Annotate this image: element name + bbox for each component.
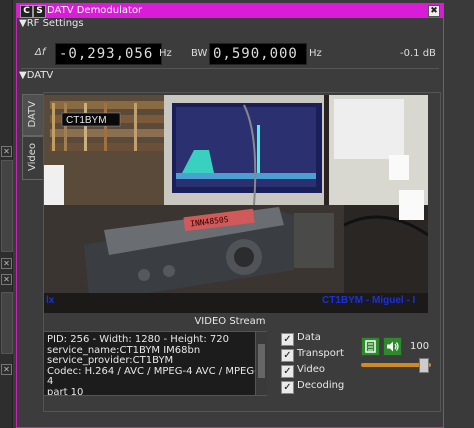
datv-demodulator-window: C S DATV Demodulator ✖ ▼RF Settings Δf -… [16, 3, 444, 428]
bandwidth-dial[interactable]: 0,590,000 [209, 43, 307, 65]
data-checkbox-label: Data [297, 332, 321, 343]
channel-s-icon[interactable]: S [33, 5, 46, 18]
video-caption-left: lx [46, 295, 55, 306]
collapse-icon[interactable]: ✕ [1, 274, 12, 285]
speaker-icon [387, 341, 399, 352]
triangle-down-icon: ▼ [19, 70, 27, 81]
tab-video[interactable]: Video [22, 136, 43, 180]
bandwidth-unit: Hz [309, 48, 322, 59]
video-callsign-overlay: CT1BYM [66, 115, 107, 126]
close-icon[interactable]: ✖ [428, 5, 440, 17]
title-bar[interactable]: C S DATV Demodulator ✖ [17, 4, 443, 18]
video-stream-label: VIDEO Stream [194, 316, 266, 327]
decoding-checkbox[interactable]: ✓ [281, 381, 294, 394]
audio-mute-button[interactable] [383, 337, 402, 356]
left-panel-block [1, 160, 13, 252]
tab-datv-label: DATV [27, 101, 38, 128]
frequency-unit: Hz [159, 48, 172, 59]
rf-settings-title: RF Settings [26, 18, 84, 29]
stream-info-line: PID: 256 - Width: 1280 - Height: 720 [47, 334, 229, 345]
frequency-offset-dial[interactable]: -0,293,056 [55, 43, 162, 65]
video-display[interactable]: CT1BYM INN4850S CT1BYM - Miguel - I lx [44, 95, 428, 313]
transport-checkbox-label: Transport [297, 348, 344, 359]
datv-title: DATV [26, 70, 54, 81]
section-divider [21, 68, 439, 69]
delta-f-label: Δf [35, 47, 46, 58]
stream-info-line: service_provider:CT1BYM [47, 355, 174, 366]
video-caption-overlay: CT1BYM - Miguel - I [322, 295, 416, 306]
video-checkbox[interactable]: ✓ [281, 365, 294, 378]
info-scrollbar[interactable] [255, 332, 267, 395]
volume-slider-handle[interactable] [419, 358, 429, 373]
bandwidth-label: BW [191, 48, 208, 59]
scrollbar-thumb[interactable] [258, 344, 265, 378]
video-frame-image: CT1BYM INN4850S CT1BYM - Miguel - I lx [44, 95, 428, 313]
triangle-down-icon: ▼ [19, 18, 27, 29]
left-panel-block [1, 292, 13, 354]
volume-value: 100 [410, 341, 430, 352]
stream-info-box[interactable]: PID: 256 - Width: 1280 - Height: 720 ser… [43, 331, 267, 396]
channel-c-icon[interactable]: C [20, 5, 33, 18]
transport-checkbox[interactable]: ✓ [281, 349, 294, 362]
collapse-icon[interactable]: ✕ [1, 364, 12, 375]
rf-settings-row: Δf -0,293,056 Hz BW 0,590,000 Hz -0.1 dB [17, 40, 443, 66]
tab-datv[interactable]: DATV [22, 94, 44, 136]
collapse-icon[interactable]: ✕ [1, 258, 12, 269]
channel-power-readout: -0.1 dB [400, 48, 436, 59]
fullscreen-button[interactable] [361, 337, 380, 356]
fullscreen-icon [365, 340, 376, 353]
window-title: DATV Demodulator [47, 5, 143, 16]
stream-info-line: Codec: H.264 / AVC / MPEG-4 AVC / MPEG-4 [47, 365, 258, 387]
datv-header[interactable]: ▼DATV [19, 70, 53, 81]
left-panel-strip: ✕ ✕ ✕ ✕ [0, 0, 13, 428]
tab-video-label: Video [27, 143, 38, 172]
data-checkbox[interactable]: ✓ [281, 333, 294, 346]
decoding-checkbox-label: Decoding [297, 380, 345, 391]
collapse-icon[interactable]: ✕ [1, 146, 12, 157]
rf-settings-header[interactable]: ▼RF Settings [19, 18, 84, 29]
video-checkbox-label: Video [297, 364, 326, 375]
stream-info-line: part 10 [47, 386, 84, 396]
